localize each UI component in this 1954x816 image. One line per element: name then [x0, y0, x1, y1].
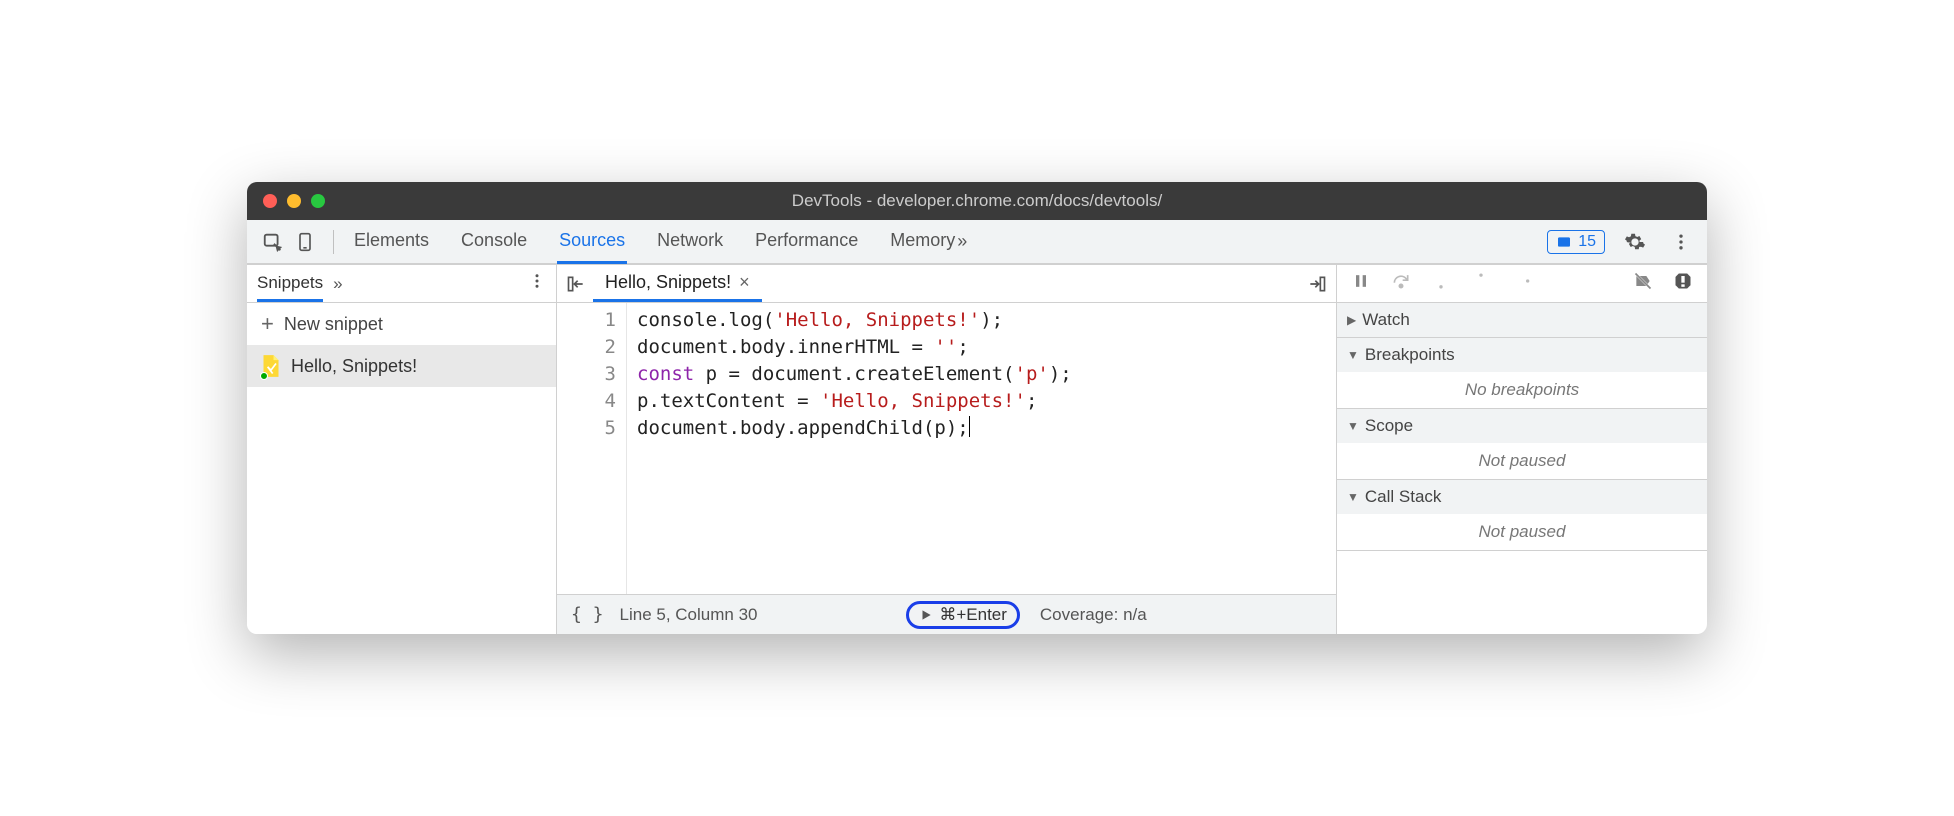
run-snippet-button[interactable]: ⌘+Enter: [906, 601, 1020, 629]
plus-icon: +: [261, 311, 274, 337]
editor-status-bar: { } Line 5, Column 30 ⌘+Enter Coverage: …: [557, 594, 1336, 634]
debugger-toolbar: [1337, 265, 1707, 303]
snippet-file-icon: [261, 353, 281, 379]
snippet-item-label: Hello, Snippets!: [291, 356, 417, 377]
panel-tab-performance[interactable]: Performance: [753, 220, 860, 264]
pretty-print-icon[interactable]: { }: [571, 604, 604, 625]
editor-history-back-icon[interactable]: [565, 273, 587, 295]
step-out-icon[interactable]: [1471, 271, 1491, 296]
issues-badge[interactable]: 15: [1547, 230, 1605, 254]
editor-history-forward-icon[interactable]: [1306, 273, 1328, 295]
section-body: Not paused: [1337, 443, 1707, 479]
device-toolbar-icon[interactable]: [289, 226, 321, 258]
new-snippet-label: New snippet: [284, 314, 383, 335]
issues-count: 15: [1578, 233, 1596, 251]
more-tabs-icon[interactable]: »: [957, 231, 967, 252]
devtools-topbar: Elements Console Sources Network Performance…: [247, 220, 1707, 264]
section-label: Call Stack: [1365, 487, 1442, 507]
panel-tab-elements[interactable]: Elements: [352, 220, 431, 264]
triangle-right-icon: ▶: [1347, 313, 1356, 327]
divider: [333, 230, 334, 254]
snippet-item[interactable]: Hello, Snippets!: [247, 345, 556, 387]
panel-tab-sources[interactable]: Sources: [557, 220, 627, 264]
coverage-label: Coverage: n/a: [1040, 605, 1147, 625]
navigator-kebab-icon[interactable]: [528, 272, 546, 295]
step-over-icon[interactable]: [1391, 271, 1411, 296]
step-icon[interactable]: [1511, 271, 1531, 296]
window-minimize-icon[interactable]: [287, 194, 301, 208]
window-titlebar: DevTools - developer.chrome.com/docs/dev…: [247, 182, 1707, 220]
editor-tab-title: Hello, Snippets!: [605, 272, 731, 293]
close-tab-icon[interactable]: ×: [739, 272, 750, 293]
code-editor[interactable]: 12345 console.log('Hello, Snippets!');do…: [557, 303, 1336, 594]
window-title: DevTools - developer.chrome.com/docs/dev…: [792, 191, 1162, 211]
section-label: Watch: [1362, 310, 1410, 330]
snippets-tab[interactable]: Snippets: [257, 265, 323, 302]
kebab-menu-icon[interactable]: [1665, 226, 1697, 258]
inspect-element-icon[interactable]: [257, 226, 289, 258]
navigator-panel: Snippets » + New snippet Hello, Snippets…: [247, 265, 557, 634]
pause-on-exceptions-icon[interactable]: [1673, 271, 1693, 296]
triangle-down-icon: ▼: [1347, 348, 1359, 362]
editor-open-tab[interactable]: Hello, Snippets! ×: [593, 265, 762, 302]
triangle-down-icon: ▼: [1347, 490, 1359, 504]
pause-icon[interactable]: [1351, 271, 1371, 296]
navigator-more-icon[interactable]: »: [333, 274, 342, 294]
editor-panel: Hello, Snippets! × 12345 console.log('He…: [557, 265, 1337, 634]
section-body: Not paused: [1337, 514, 1707, 550]
window-close-icon[interactable]: [263, 194, 277, 208]
settings-icon[interactable]: [1619, 226, 1651, 258]
step-into-icon[interactable]: [1431, 271, 1451, 296]
panel-tab-network[interactable]: Network: [655, 220, 725, 264]
debugger-section-scope[interactable]: ▼ Scope: [1337, 409, 1707, 443]
panel-tab-console[interactable]: Console: [459, 220, 529, 264]
section-body: No breakpoints: [1337, 372, 1707, 408]
run-shortcut-label: ⌘+Enter: [939, 605, 1007, 625]
main-content-row: Snippets » + New snippet Hello, Snippets…: [247, 264, 1707, 634]
devtools-window: DevTools - developer.chrome.com/docs/dev…: [247, 182, 1707, 634]
panel-tab-memory[interactable]: Memory: [888, 220, 957, 264]
debugger-section-breakpoints[interactable]: ▼ Breakpoints: [1337, 338, 1707, 372]
window-zoom-icon[interactable]: [311, 194, 325, 208]
panel-tabs: Elements Console Sources Network Performance…: [352, 220, 957, 264]
section-label: Breakpoints: [1365, 345, 1455, 365]
debugger-panel: ▶ Watch ▼ Breakpoints No breakpoints ▼ Scope No…: [1337, 265, 1707, 634]
debugger-section-watch[interactable]: ▶ Watch: [1337, 303, 1707, 337]
cursor-position: Line 5, Column 30: [620, 605, 758, 625]
deactivate-breakpoints-icon[interactable]: [1633, 271, 1653, 296]
triangle-down-icon: ▼: [1347, 419, 1359, 433]
new-snippet-button[interactable]: + New snippet: [247, 303, 556, 345]
debugger-section-call-stack[interactable]: ▼ Call Stack: [1337, 480, 1707, 514]
section-label: Scope: [1365, 416, 1413, 436]
